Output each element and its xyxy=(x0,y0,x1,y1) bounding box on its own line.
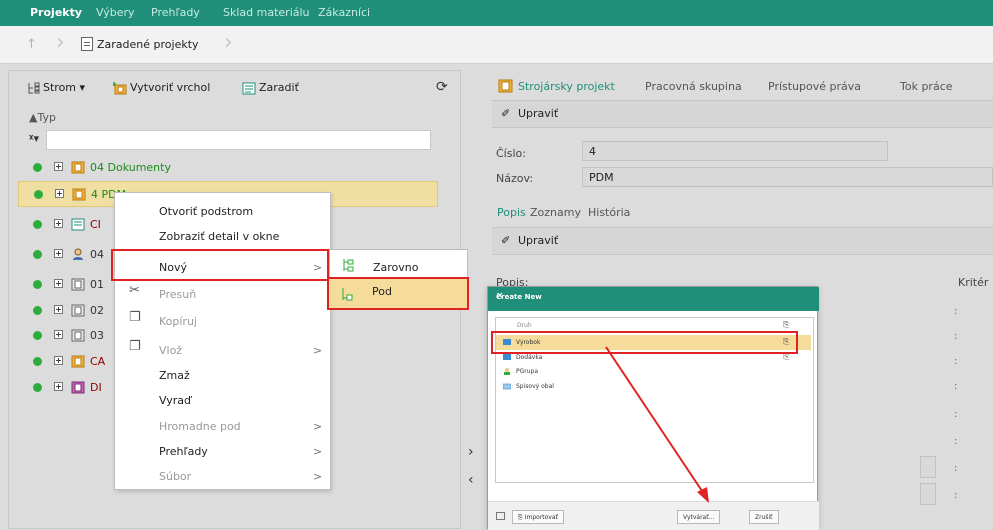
annotation-arrow xyxy=(605,346,709,503)
